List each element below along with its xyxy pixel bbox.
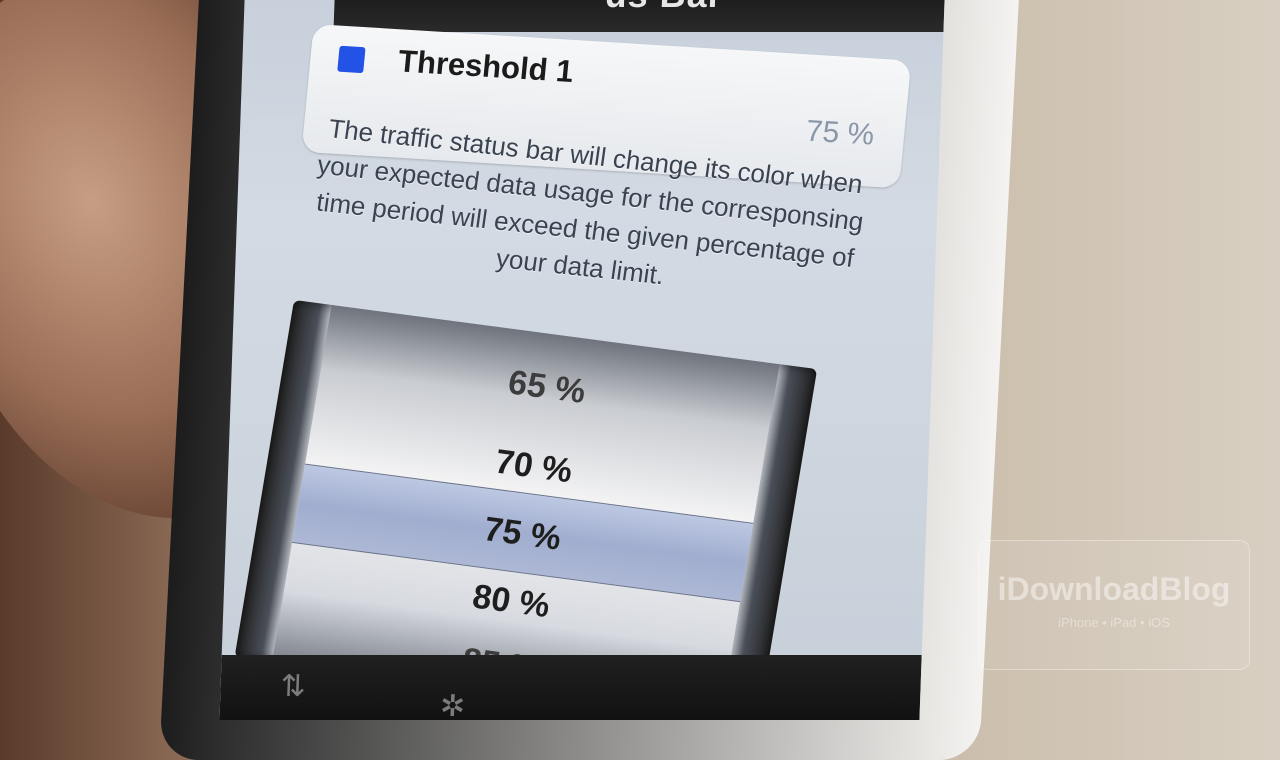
threshold-value: 75 % bbox=[804, 114, 876, 152]
threshold-color-swatch bbox=[337, 45, 366, 74]
threshold-label: Threshold 1 bbox=[396, 43, 576, 90]
transfer-arrows-icon[interactable]: ⇅ bbox=[280, 669, 306, 704]
nav-title: us Bar bbox=[604, 0, 723, 16]
phone-screen: us Bar Threshold 1 75 % The traffic stat… bbox=[219, 0, 945, 720]
gear-icon[interactable]: ✲ bbox=[439, 689, 465, 720]
watermark: iDownloadBlog iPhone • iPad • iOS bbox=[978, 540, 1250, 670]
tab-bar: ⇅ ✲ bbox=[219, 655, 922, 720]
watermark-subtitle: iPhone • iPad • iOS bbox=[1058, 615, 1170, 630]
watermark-title: iDownloadBlog bbox=[997, 571, 1231, 607]
